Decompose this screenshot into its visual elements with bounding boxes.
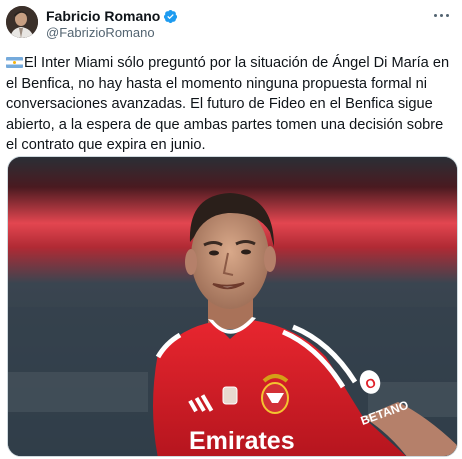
more-options-button[interactable] [430, 6, 452, 24]
tweet[interactable]: Fabricio Romano @FabrizioRomano El Inter… [0, 0, 462, 459]
author-name[interactable]: Fabricio Romano [46, 8, 160, 24]
author-handle[interactable]: @FabrizioRomano [46, 25, 155, 40]
tweet-text: El Inter Miami sólo preguntó por la situ… [6, 55, 450, 153]
dot [439, 13, 443, 17]
chest-sponsor-text: Emirates [189, 427, 295, 455]
tweet-text-container: El Inter Miami sólo preguntó por la situ… [6, 53, 456, 156]
argentina-flag-icon [6, 57, 23, 68]
player-photo: O BETANO Emirates [8, 157, 457, 456]
profile-photo-icon [6, 6, 38, 38]
dot [445, 13, 449, 17]
tweet-photo[interactable]: O BETANO Emirates [7, 156, 458, 457]
verified-badge-icon [164, 9, 178, 23]
avatar[interactable] [6, 6, 38, 38]
dot [433, 13, 437, 17]
